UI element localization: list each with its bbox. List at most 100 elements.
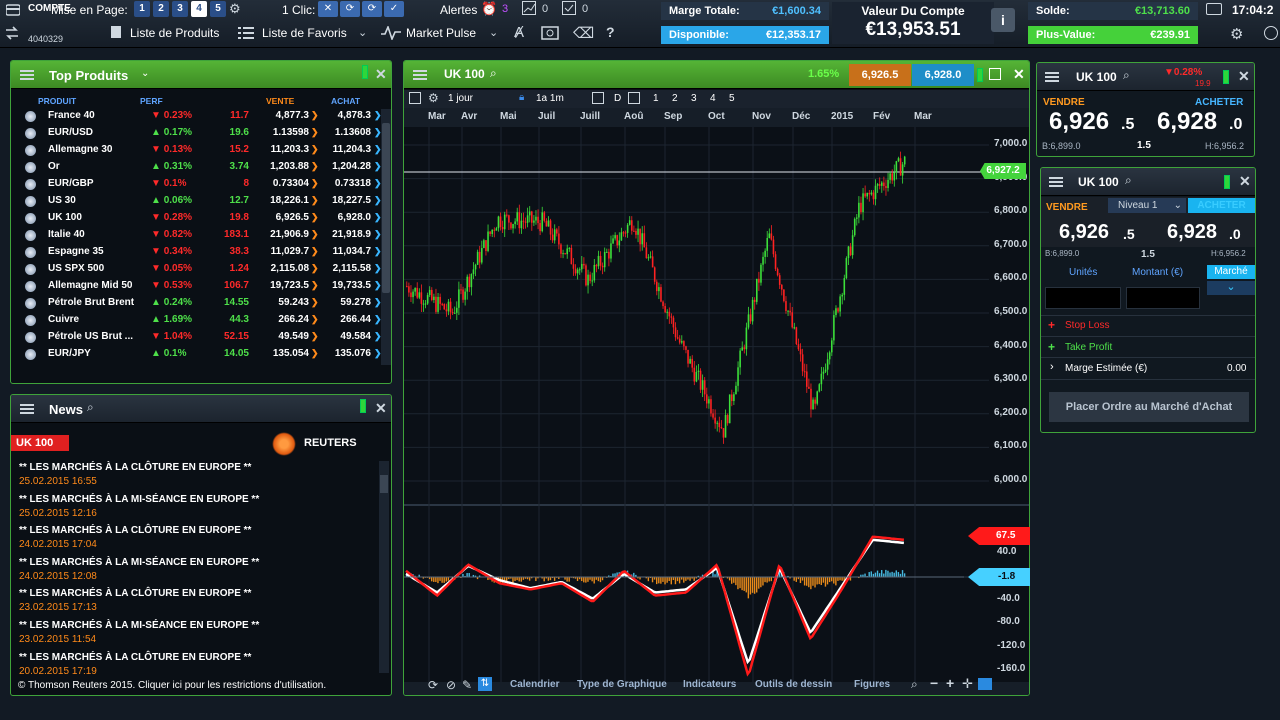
chevron-down-icon[interactable]: ⌄ (141, 68, 149, 79)
link-indicator-icon[interactable] (977, 68, 983, 82)
check-alert-icon[interactable] (562, 1, 576, 15)
product-row[interactable]: Espagne 35 ▼ 0.34% 38.3 11,029.7 ❯ 11,034.7 ❯ (21, 244, 391, 261)
product-row[interactable]: Allemagne 30 ▼ 0.13% 15.2 11,203.3 ❯ 11,204.3… (21, 142, 391, 159)
screenshot-icon[interactable] (541, 25, 559, 41)
product-buy[interactable]: 21,918.9 (321, 229, 371, 240)
product-row[interactable]: UK 100 ▼ 0.28% 19.8 6,926.5 ❯ 6,928.0 ❯ (21, 210, 391, 227)
account-icon[interactable] (6, 4, 20, 16)
product-sell[interactable]: 49.549 (261, 331, 309, 342)
news-item[interactable]: ** LES MARCHÉS À LA MI-SÉANCE EN EUROPE … (19, 620, 369, 645)
product-row[interactable]: US SPX 500 ▼ 0.05% 1.24 2,115.08 ❯ 2,115.58 ❯ (21, 261, 391, 278)
take-profit-toggle[interactable]: Take Profit (1065, 342, 1112, 353)
refresh-icon[interactable]: ⟳ (428, 678, 438, 692)
chevron-down-icon[interactable]: ⌄ (358, 26, 367, 39)
link-indicator-icon[interactable] (1224, 175, 1230, 189)
news-item[interactable]: ** LES MARCHÉS À LA MI-SÉANCE EN EUROPE … (19, 494, 369, 519)
period-1[interactable]: 1 (653, 93, 659, 104)
link-indicator-icon[interactable] (360, 399, 366, 413)
product-buy[interactable]: 135.076 (321, 348, 371, 359)
trade1-buy-button[interactable]: 6,928 .0 (1151, 107, 1251, 143)
product-buy[interactable]: 18,227.5 (321, 195, 371, 206)
chart-buy-button[interactable]: 6,928.0 (912, 64, 974, 86)
eraser-icon[interactable]: ⌫ (573, 24, 594, 42)
place-market-buy-order-button[interactable]: Placer Ordre au Marché d'Achat (1049, 392, 1249, 422)
scrollbar-thumb[interactable] (380, 475, 388, 493)
order-type-dropdown[interactable]: ⌄ (1207, 281, 1255, 295)
chart-sell-button[interactable]: 6,926.5 (849, 64, 911, 86)
product-sell[interactable]: 59.243 (261, 297, 309, 308)
product-sell[interactable]: 266.24 (261, 314, 309, 325)
layout-page-3[interactable]: 3 (172, 1, 188, 17)
tab-market[interactable]: Marché (1207, 265, 1255, 279)
chart-type-icon[interactable] (409, 92, 421, 104)
search-icon[interactable]: ⌕ (87, 400, 94, 415)
product-buy[interactable]: 266.44 (321, 314, 371, 325)
menu-icon[interactable] (20, 70, 34, 80)
product-buy[interactable]: 11,034.7 (321, 246, 371, 257)
tab-amount[interactable]: Montant (€) (1132, 267, 1183, 278)
zoom-search-icon[interactable]: ⌕ (911, 677, 918, 692)
news-copyright-link[interactable]: © Thomson Reuters 2015. Cliquer ici pour… (18, 680, 326, 691)
product-sell[interactable]: 1.13598 (261, 127, 309, 138)
pen-tool-icon[interactable]: Ⱥ (514, 24, 524, 41)
tab-figures[interactable]: Figures (854, 679, 890, 690)
tab-drawing-tools[interactable]: Outils de dessin (755, 679, 832, 690)
menu-icon[interactable] (20, 404, 34, 414)
tab-chart-type[interactable]: Type de Graphique (577, 679, 667, 690)
scrollbar[interactable] (379, 461, 389, 673)
layout-page-4[interactable]: 4 (191, 1, 207, 17)
col-buy[interactable]: ACHAT (331, 96, 360, 106)
product-row[interactable]: Allemagne Mid 50 ▼ 0.53% 106.7 19,723.5 ❯ 19,… (21, 278, 391, 295)
product-buy[interactable]: 59.278 (321, 297, 371, 308)
link-indicator-icon[interactable] (1223, 70, 1229, 84)
product-buy[interactable]: 1.13608 (321, 127, 371, 138)
product-sell[interactable]: 135.054 (261, 348, 309, 359)
product-buy[interactable]: 19,733.5 (321, 280, 371, 291)
alarm-clock-icon[interactable]: ⏰ (481, 1, 497, 17)
one-click-close-icon[interactable]: ⟳ (362, 1, 382, 17)
mail-icon[interactable] (1206, 3, 1222, 15)
product-buy[interactable]: 11,204.3 (321, 144, 371, 155)
layout-page-2[interactable]: 2 (153, 1, 169, 17)
search-icon[interactable]: ⌕ (1125, 173, 1132, 188)
col-product[interactable]: PRODUIT (38, 96, 76, 106)
layout-page-1[interactable]: 1 (134, 1, 150, 17)
close-icon[interactable]: ✕ (1013, 66, 1025, 83)
close-icon[interactable]: ✕ (375, 400, 387, 417)
product-buy[interactable]: 2,115.58 (321, 263, 371, 274)
product-buy[interactable]: 1,204.28 (321, 161, 371, 172)
product-sell[interactable]: 2,115.08 (261, 263, 309, 274)
logout-icon[interactable] (1264, 26, 1278, 40)
nav-product-list[interactable]: Liste de Produits (130, 26, 219, 40)
product-sell[interactable]: 11,029.7 (261, 246, 309, 257)
compare-icon[interactable] (628, 92, 640, 104)
keyboard-icon[interactable] (978, 678, 992, 690)
link-indicator-icon[interactable] (362, 65, 368, 79)
news-item[interactable]: ** LES MARCHÉS À LA CLÔTURE EN EUROPE **… (19, 462, 369, 487)
product-row[interactable]: France 40 ▼ 0.23% 11.7 4,877.3 ❯ 4,878.3 ❯ (21, 108, 391, 125)
chart-alert-icon[interactable] (522, 1, 536, 15)
one-click-disabled-icon[interactable]: ✕ (318, 1, 338, 17)
pencil-icon[interactable]: ✎ (462, 678, 472, 692)
product-row[interactable]: EUR/JPY ▲ 0.1% 14.05 135.054 ❯ 135.076 ❯ (21, 346, 391, 363)
product-row[interactable]: EUR/USD ▲ 0.17% 19.6 1.13598 ❯ 1.13608 ❯ (21, 125, 391, 142)
zoom-in-icon[interactable]: + (946, 675, 954, 691)
product-sell[interactable]: 11,203.3 (261, 144, 309, 155)
product-row[interactable]: US 30 ▲ 0.06% 12.7 18,226.1 ❯ 18,227.5 ❯ (21, 193, 391, 210)
tab-calendar[interactable]: Calendrier (510, 679, 559, 690)
close-icon[interactable]: ✕ (1239, 173, 1251, 190)
product-sell[interactable]: 18,226.1 (261, 195, 309, 206)
help-icon[interactable]: ? (606, 24, 615, 40)
chevron-down-icon[interactable]: ⌄ (489, 26, 498, 39)
user-settings-icon[interactable]: ⚙ (1230, 25, 1243, 43)
menu-icon[interactable] (1049, 177, 1063, 187)
product-row[interactable]: Cuivre ▲ 1.69% 44.3 266.24 ❯ 266.44 ❯ (21, 312, 391, 329)
col-perf[interactable]: PERF (140, 96, 163, 106)
product-buy[interactable]: 49.584 (321, 331, 371, 342)
product-row[interactable]: Italie 40 ▼ 0.82% 183.1 21,906.9 ❯ 21,918.9 ❯ (21, 227, 391, 244)
trade1-sell-button[interactable]: 6,926 .5 (1041, 107, 1141, 143)
product-sell[interactable]: 21,906.9 (261, 229, 309, 240)
units-input[interactable] (1045, 287, 1121, 309)
product-buy[interactable]: 4,878.3 (321, 110, 371, 121)
product-row[interactable]: EUR/GBP ▼ 0.1% 8 0.73304 ❯ 0.73318 ❯ (21, 176, 391, 193)
